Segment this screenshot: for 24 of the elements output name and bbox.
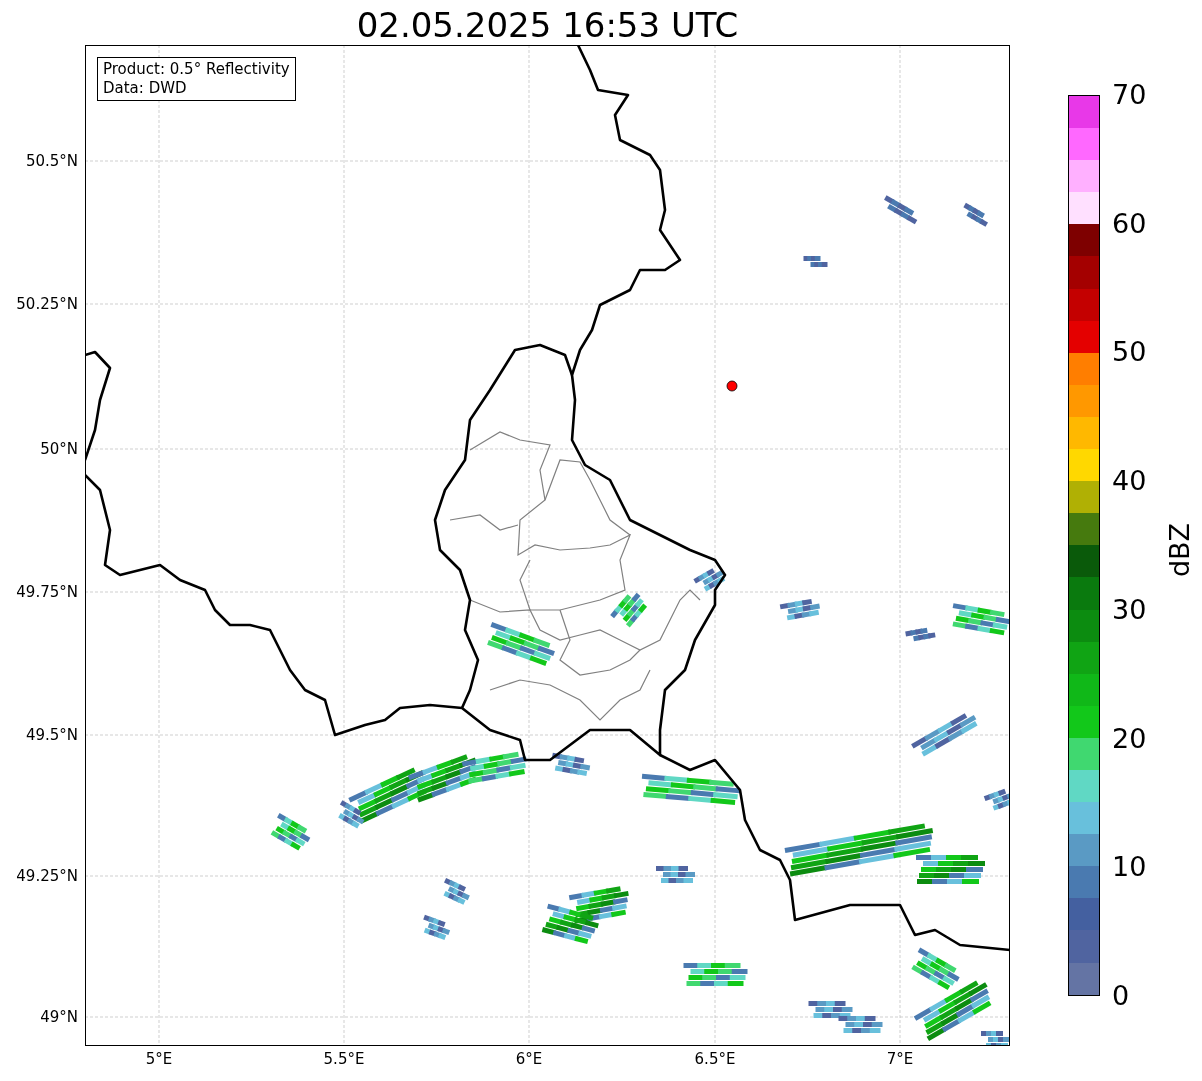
colorbar-tick-label: 70 — [1112, 80, 1147, 110]
colorbar-tick-label: 40 — [1112, 466, 1147, 497]
longitude-label: 5°E — [144, 1050, 174, 1068]
longitude-label: 5.5°E — [322, 1050, 366, 1068]
latitude-label: 49.25°N — [16, 867, 78, 885]
colorbar-tick-label: 10 — [1112, 852, 1147, 883]
longitude-label: 6°E — [514, 1050, 544, 1068]
colorbar-tick-label: 50 — [1112, 337, 1147, 368]
latitude-label: 49.75°N — [16, 583, 78, 601]
colorbar-tick-label: 20 — [1112, 723, 1147, 754]
legend-text: Product: 0.5° Reflectivity — [103, 60, 290, 79]
colorbar-label: dBZ — [1165, 522, 1195, 578]
chart-title: 02.05.2025 16:53 UTC — [355, 4, 740, 46]
legend-text: Data: DWD — [103, 79, 188, 98]
latitude-label: 49.5°N — [25, 726, 78, 744]
colorbar-tick-label: 30 — [1112, 594, 1147, 625]
latitude-label: 50.25°N — [16, 295, 78, 313]
longitude-label: 6.5°E — [693, 1050, 737, 1068]
latitude-label: 49°N — [40, 1008, 78, 1026]
latitude-label: 50°N — [40, 440, 78, 458]
colorbar-tick-label: 0 — [1112, 981, 1130, 1011]
colorbar-tick-label: 60 — [1112, 208, 1147, 239]
latitude-label: 50.5°N — [25, 152, 78, 170]
longitude-label: 7°E — [885, 1050, 915, 1068]
